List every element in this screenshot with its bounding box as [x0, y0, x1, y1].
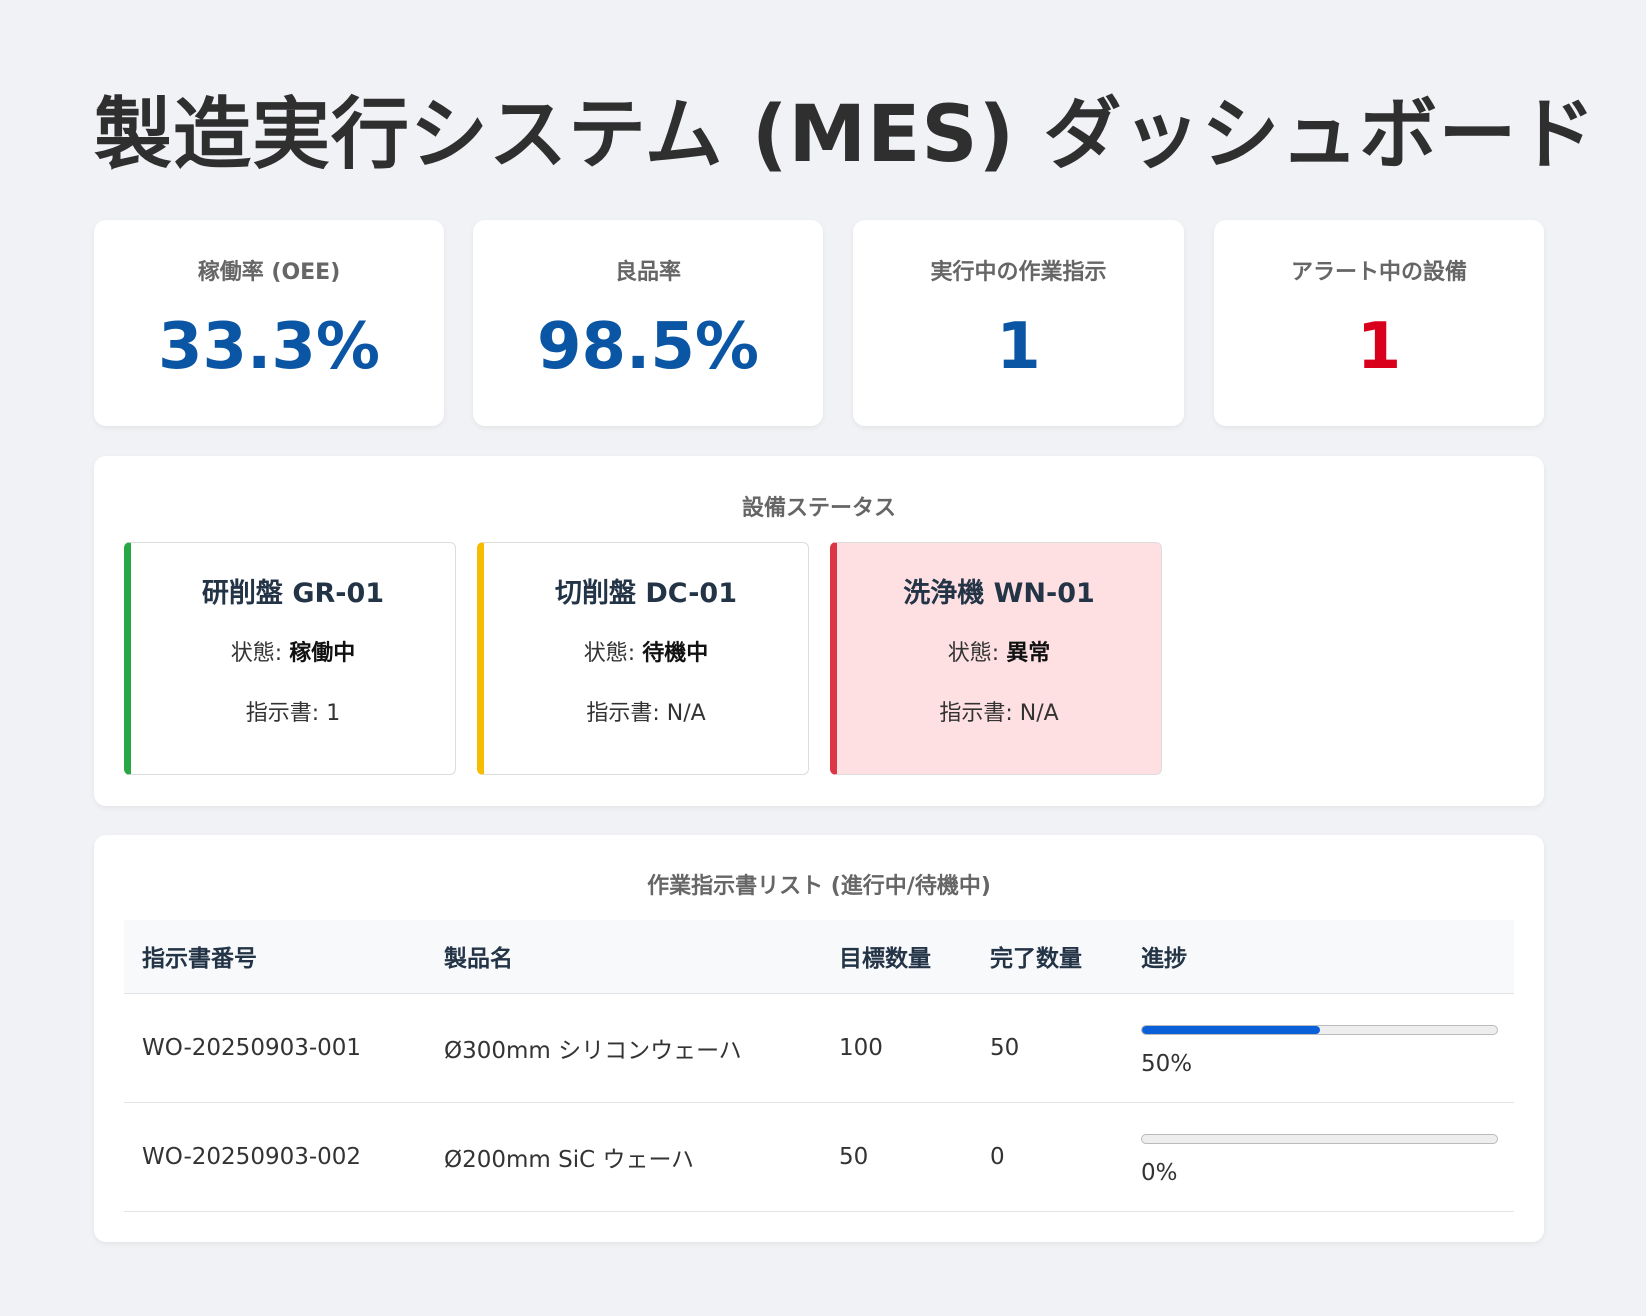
progress-bar: [1141, 1133, 1498, 1144]
column-header: 指示書番号: [124, 920, 426, 994]
order-value: N/A: [1019, 701, 1059, 726]
progress-fill: [1142, 1025, 1320, 1034]
kpi-card-alert-equipment: アラート中の設備 1: [1214, 220, 1544, 426]
section-title: 設備ステータス: [741, 496, 896, 521]
order-prefix: 指示書:: [586, 701, 660, 726]
column-header: 完了数量: [972, 920, 1123, 994]
table-header-row: 指示書番号 製品名 目標数量 完了数量 進捗: [124, 920, 1514, 994]
progress-label: 50%: [1141, 1050, 1193, 1077]
machine-card-dc01[interactable]: 切削盤 DC-01 状態: 待機中 指示書: N/A: [477, 542, 809, 775]
column-header: 進捗: [1123, 920, 1514, 994]
machine-order: 指示書: N/A: [484, 695, 808, 727]
machine-status: 状態: 待機中: [484, 635, 808, 667]
product-cell: Ø300mm シリコンウェーハ: [426, 993, 821, 1103]
column-header: 製品名: [426, 920, 821, 994]
machine-status: 状態: 異常: [837, 635, 1161, 667]
kpi-label: 良品率: [614, 260, 681, 285]
machine-card-wn01[interactable]: 洗浄機 WN-01 状態: 異常 指示書: N/A: [830, 542, 1162, 775]
progress-cell: 50%: [1123, 993, 1514, 1103]
machine-status: 状態: 稼働中: [131, 635, 455, 667]
column-header: 目標数量: [821, 920, 972, 994]
mes-dashboard: 製造実行システム (MES) ダッシュボード 稼働率 (OEE) 33.3% 良…: [0, 0, 1646, 1316]
table-row[interactable]: WO-20250903-001 Ø300mm シリコンウェーハ 100 50 5…: [124, 993, 1514, 1103]
machine-card-gr01[interactable]: 研削盤 GR-01 状態: 稼働中 指示書: 1: [124, 542, 456, 775]
order-value: 1: [326, 701, 341, 726]
kpi-value: 98.5%: [536, 310, 760, 384]
page-title: 製造実行システム (MES) ダッシュボード: [94, 90, 1597, 180]
kpi-label: 実行中の作業指示: [930, 260, 1107, 285]
kpi-card-oee: 稼働率 (OEE) 33.3%: [94, 220, 444, 426]
status-prefix: 状態:: [230, 641, 283, 666]
done-qty-cell: 0: [972, 1102, 1123, 1212]
status-value: 待機中: [642, 641, 709, 666]
status-value: 稼働中: [289, 641, 356, 666]
order-id-cell: WO-20250903-002: [124, 1102, 426, 1212]
kpi-value: 1: [996, 310, 1041, 384]
done-qty-cell: 50: [972, 993, 1123, 1103]
machine-name: 切削盤 DC-01: [554, 578, 738, 609]
kpi-value: 33.3%: [157, 310, 381, 384]
kpi-value: 1: [1356, 310, 1402, 384]
order-prefix: 指示書:: [245, 701, 320, 726]
status-prefix: 状態:: [583, 641, 636, 666]
kpi-card-active-orders: 実行中の作業指示 1: [853, 220, 1184, 426]
kpi-card-yield: 良品率 98.5%: [473, 220, 823, 426]
product-cell: Ø200mm SiC ウェーハ: [426, 1102, 821, 1212]
progress-bar: [1141, 1024, 1498, 1035]
order-value: N/A: [666, 701, 706, 726]
machine-order: 指示書: N/A: [837, 695, 1161, 727]
order-prefix: 指示書:: [939, 701, 1013, 726]
kpi-label: アラート中の設備: [1290, 260, 1467, 285]
progress-cell: 0%: [1123, 1102, 1514, 1212]
machine-name: 研削盤 GR-01: [201, 578, 385, 609]
order-id-cell: WO-20250903-001: [124, 993, 426, 1103]
table-row[interactable]: WO-20250903-002 Ø200mm SiC ウェーハ 50 0 0%: [124, 1102, 1514, 1212]
kpi-label: 稼働率 (OEE): [197, 260, 341, 285]
target-qty-cell: 100: [821, 993, 972, 1103]
progress-label: 0%: [1141, 1159, 1178, 1186]
machine-order: 指示書: 1: [131, 695, 455, 727]
section-title: 作業指示書リスト (進行中/待機中): [647, 874, 991, 899]
status-value: 異常: [1006, 641, 1051, 666]
target-qty-cell: 50: [821, 1102, 972, 1212]
machine-name: 洗浄機 WN-01: [903, 578, 1095, 609]
status-prefix: 状態:: [947, 641, 1000, 666]
work-order-table: 指示書番号 製品名 目標数量 完了数量 進捗 WO-20250903-001 Ø…: [124, 920, 1514, 1212]
